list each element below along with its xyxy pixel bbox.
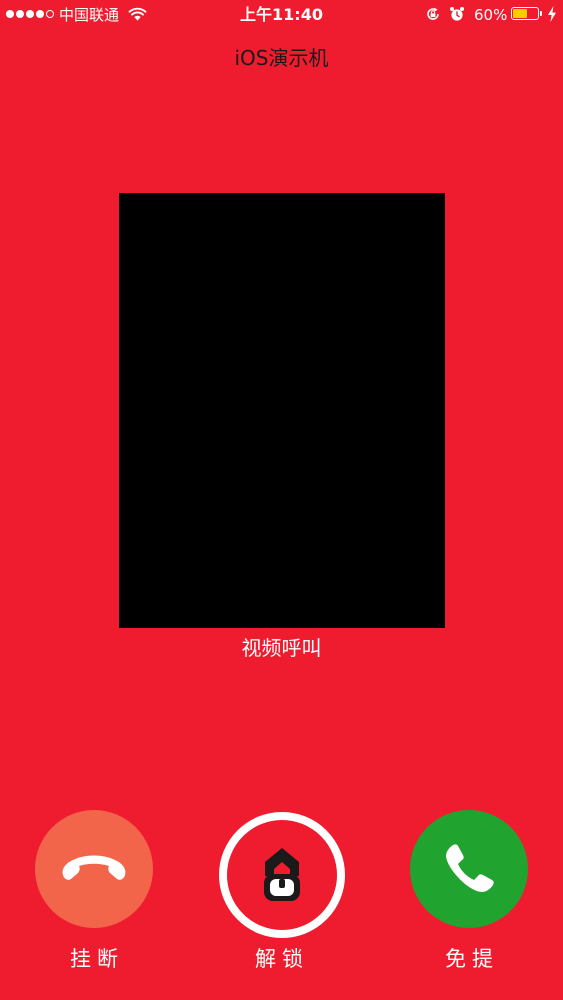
battery-icon xyxy=(511,7,539,20)
unlock-icon xyxy=(264,848,300,901)
rotation-lock-icon xyxy=(427,7,439,20)
speaker-button[interactable] xyxy=(410,810,528,928)
unlock-button[interactable] xyxy=(219,812,345,938)
alarm-icon xyxy=(450,7,464,21)
battery-cap xyxy=(540,11,542,16)
battery-fill xyxy=(513,9,527,18)
status-bar: 中国联通 上午11:40 60% xyxy=(0,0,563,30)
battery-percent: 60% xyxy=(474,6,508,24)
hangup-button[interactable] xyxy=(35,810,153,928)
call-type-label: 视频呼叫 xyxy=(241,636,322,660)
charging-bolt-icon xyxy=(548,6,556,22)
page-title: iOS演示机 xyxy=(234,46,329,70)
phone-icon xyxy=(446,844,494,892)
unlock-label: 解锁 xyxy=(255,947,309,971)
video-preview xyxy=(119,193,445,628)
hangup-label: 挂断 xyxy=(70,947,124,971)
phone-hangup-icon xyxy=(62,855,126,880)
speaker-label: 免提 xyxy=(445,947,499,971)
